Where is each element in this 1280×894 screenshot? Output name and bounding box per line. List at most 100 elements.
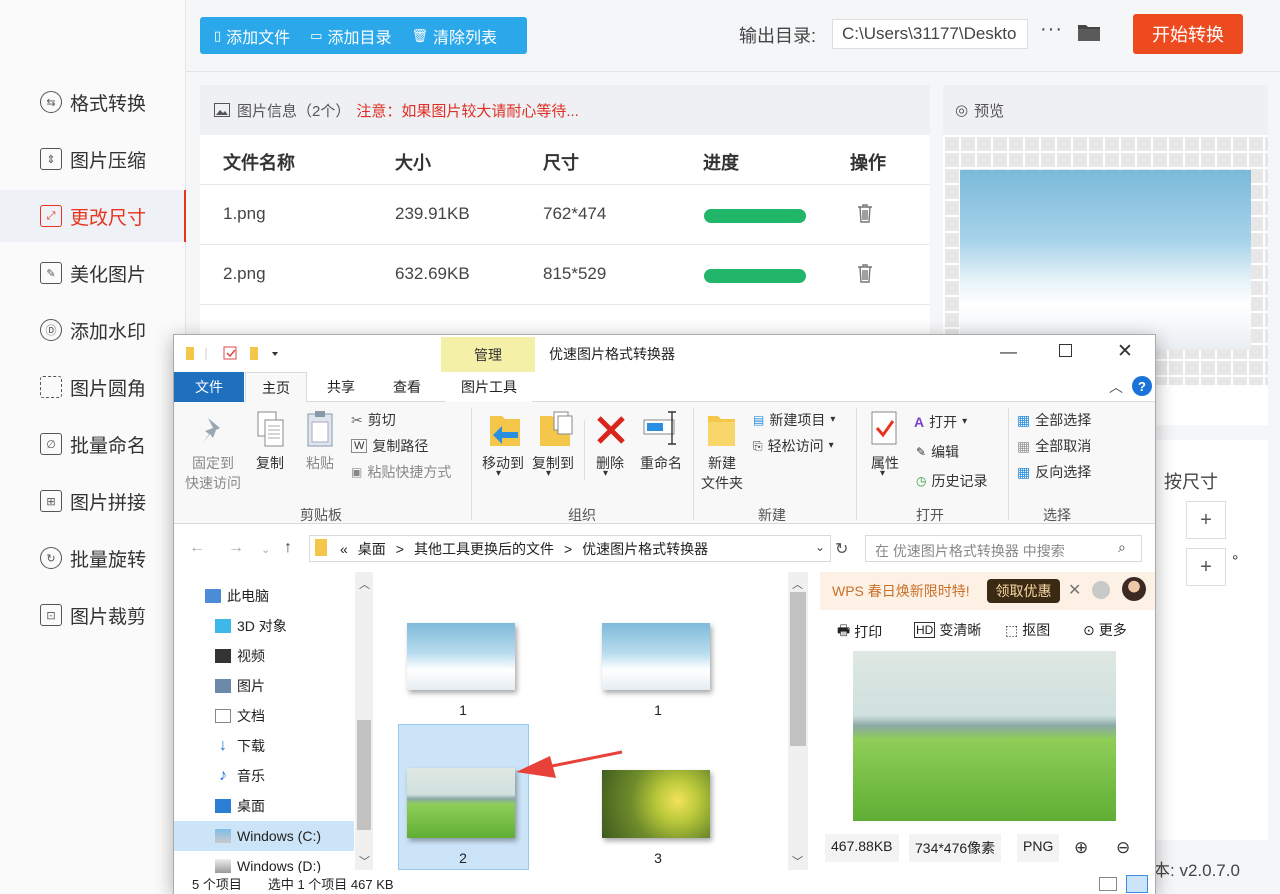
- tree-scroll-up-arrow[interactable]: ︿: [359, 576, 370, 592]
- sidebar-item-crop[interactable]: ⊡ 图片裁剪: [0, 589, 186, 641]
- tree-item-pictures[interactable]: 图片: [215, 671, 265, 701]
- by-size-option[interactable]: 按尺寸: [1164, 468, 1218, 494]
- close-icon[interactable]: ✕: [1117, 340, 1133, 363]
- height-increment-button[interactable]: +: [1186, 548, 1226, 586]
- more-options-button[interactable]: ···: [1040, 18, 1063, 41]
- tab-home[interactable]: 主页: [245, 372, 307, 403]
- file-name-1a[interactable]: 1: [408, 702, 518, 718]
- delete-dropdown-icon[interactable]: ▾: [603, 464, 608, 484]
- quick-access-toolbar-icon[interactable]: [184, 345, 284, 363]
- help-icon[interactable]: ?: [1132, 376, 1152, 396]
- tree-item-videos[interactable]: 视频: [215, 641, 265, 671]
- new-item-button[interactable]: ▤ 新建项目 ▾: [753, 410, 835, 430]
- select-all-button[interactable]: ▦ 全部选择: [1017, 410, 1091, 430]
- file-scroll-up-arrow[interactable]: ︿: [792, 576, 803, 592]
- tree-item-documents[interactable]: 文档: [215, 701, 265, 731]
- manage-tab[interactable]: 管理: [441, 337, 535, 372]
- delete-button[interactable]: 删除: [590, 453, 630, 473]
- forward-arrow-icon[interactable]: →: [228, 539, 244, 557]
- tab-view[interactable]: 查看: [380, 372, 434, 402]
- file-thumbnail-2[interactable]: [407, 768, 515, 838]
- tab-picture-tools[interactable]: 图片工具: [446, 372, 532, 402]
- copy-to-dropdown-icon[interactable]: ▾: [546, 464, 551, 484]
- easy-access-button[interactable]: ⎘ 轻松访问 ▾: [753, 436, 834, 456]
- cutout-button[interactable]: ⬚ 抠图: [1005, 620, 1050, 640]
- explorer-search-input[interactable]: 在 优速图片格式转换器 中搜索: [865, 535, 1142, 562]
- zoom-in-icon[interactable]: ⊕: [1074, 838, 1088, 858]
- sidebar-item-round-corner[interactable]: 图片圆角: [0, 361, 186, 413]
- add-file-button[interactable]: ▯ 添加文件: [214, 24, 290, 48]
- avatar[interactable]: [1122, 577, 1146, 601]
- file-area-scrollbar-thumb[interactable]: [790, 592, 806, 746]
- clear-list-button[interactable]: 🗑︎ 清除列表: [411, 24, 497, 48]
- up-arrow-icon[interactable]: ↑: [284, 539, 292, 557]
- file-name-1b[interactable]: 1: [603, 702, 713, 718]
- add-directory-button[interactable]: ▭ 添加目录: [310, 24, 391, 48]
- delete-row-1-icon[interactable]: [857, 203, 873, 223]
- new-folder-button[interactable]: 新建 文件夹: [697, 453, 747, 493]
- select-none-button[interactable]: ▦ 全部取消: [1017, 436, 1091, 456]
- close-promo-icon[interactable]: ✕: [1068, 580, 1081, 600]
- more-button[interactable]: ⊙ 更多: [1083, 620, 1127, 640]
- refresh-icon[interactable]: ↻: [835, 539, 848, 559]
- sidebar-item-stitch[interactable]: ⊞ 图片拼接: [0, 475, 186, 527]
- maximize-icon[interactable]: [1059, 344, 1072, 357]
- recent-locations-icon[interactable]: ⌄: [261, 543, 270, 556]
- tree-item-3d-objects[interactable]: 3D 对象: [215, 611, 287, 641]
- sidebar-item-rotate[interactable]: ↻ 批量旋转: [0, 532, 186, 584]
- address-bar[interactable]: « 桌面 > 其他工具更换后的文件 > 优速图片格式转换器: [309, 535, 831, 562]
- invert-selection-button[interactable]: ▦ 反向选择: [1017, 462, 1091, 482]
- tab-share[interactable]: 共享: [314, 372, 368, 402]
- sidebar-item-beautify[interactable]: ✎ 美化图片: [0, 247, 186, 299]
- breadcrumb-current[interactable]: 优速图片格式转换器: [582, 539, 708, 559]
- output-path-field[interactable]: C:\Users\31177\Deskto: [832, 19, 1028, 49]
- edit-button[interactable]: ✎ 编辑: [916, 442, 959, 462]
- sidebar-item-rename[interactable]: ∅ 批量命名: [0, 418, 186, 470]
- sidebar-item-compress[interactable]: ⇕ 图片压缩: [0, 133, 186, 185]
- copy-button[interactable]: 复制: [248, 453, 292, 473]
- tree-scrollbar-thumb[interactable]: [357, 720, 371, 830]
- print-button[interactable]: 🖶︎ 打印: [837, 620, 882, 644]
- back-arrow-icon[interactable]: ←: [189, 539, 205, 557]
- paste-shortcut-button[interactable]: ▣ 粘贴快捷方式: [351, 462, 451, 482]
- open-folder-icon[interactable]: [1077, 22, 1101, 42]
- file-scroll-down-arrow[interactable]: ﹀: [792, 853, 803, 869]
- copy-path-button[interactable]: W 复制路径: [351, 436, 428, 456]
- copy-to-button[interactable]: 复制到: [528, 453, 578, 473]
- breadcrumb-other-tools[interactable]: 其他工具更换后的文件: [414, 539, 554, 559]
- pin-quick-access-button[interactable]: 固定到 快速访问: [180, 453, 246, 493]
- details-view-icon[interactable]: [1099, 877, 1117, 891]
- breadcrumb-overflow[interactable]: «: [340, 541, 348, 557]
- settings-hex-icon[interactable]: [1092, 581, 1110, 599]
- large-icons-view-icon[interactable]: [1126, 875, 1148, 893]
- sidebar-item-format-convert[interactable]: ⇆ 格式转换: [0, 76, 186, 128]
- move-to-button[interactable]: 移动到: [478, 453, 528, 473]
- breadcrumb-desktop[interactable]: 桌面: [358, 539, 386, 559]
- file-thumbnail-1b[interactable]: [602, 623, 710, 690]
- paste-button[interactable]: 粘贴: [298, 453, 342, 473]
- move-to-dropdown-icon[interactable]: ▾: [496, 464, 501, 484]
- sidebar-item-watermark[interactable]: Ⓓ 添加水印: [0, 304, 186, 356]
- start-convert-button[interactable]: 开始转换: [1133, 14, 1243, 54]
- tab-file[interactable]: 文件: [174, 372, 244, 402]
- tree-item-desktop[interactable]: 桌面: [215, 791, 265, 821]
- cut-button[interactable]: ✂ 剪切: [351, 410, 396, 430]
- file-name-2[interactable]: 2: [408, 850, 518, 866]
- rename-button[interactable]: 重命名: [636, 453, 686, 473]
- address-dropdown-icon[interactable]: ⌄: [815, 540, 825, 554]
- wps-claim-button[interactable]: 领取优惠: [987, 579, 1060, 603]
- tree-item-music[interactable]: ♪ 音乐: [215, 761, 265, 791]
- minimize-icon[interactable]: —: [1000, 342, 1017, 362]
- open-button[interactable]: A 打开 ▾: [914, 412, 967, 432]
- history-button[interactable]: ◷ 历史记录: [916, 471, 987, 491]
- sidebar-item-resize[interactable]: ⤢ 更改尺寸: [0, 190, 186, 242]
- tree-item-this-pc[interactable]: 此电脑: [205, 581, 269, 611]
- properties-dropdown-icon[interactable]: ▾: [880, 464, 885, 484]
- delete-row-2-icon[interactable]: [857, 263, 873, 283]
- file-thumbnail-1a[interactable]: [407, 623, 515, 690]
- zoom-out-icon[interactable]: ⊖: [1116, 838, 1130, 858]
- tree-scroll-down-arrow[interactable]: ﹀: [359, 853, 370, 869]
- search-icon[interactable]: ⌕: [1118, 539, 1126, 556]
- tree-item-downloads[interactable]: ↓ 下载: [215, 731, 265, 761]
- collapse-ribbon-icon[interactable]: ︿: [1109, 377, 1123, 397]
